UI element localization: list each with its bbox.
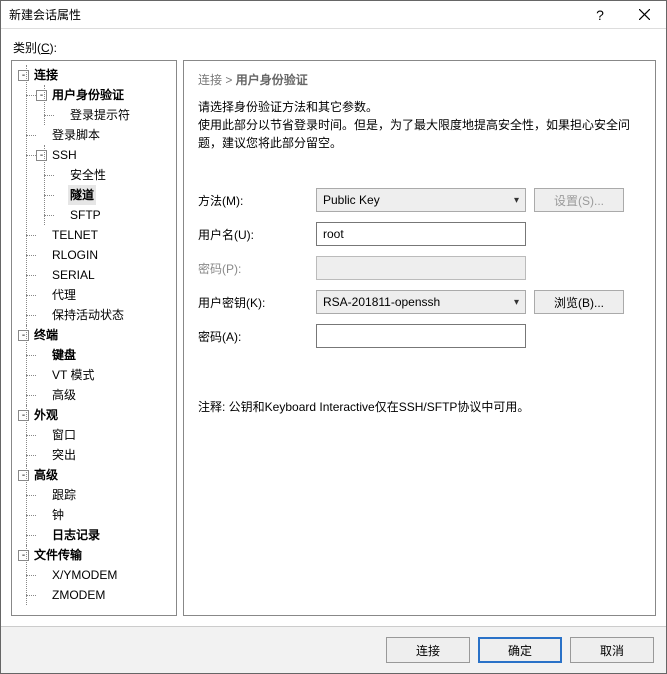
note-text: 注释: 公钥和Keyboard Interactive仅在SSH/SFTP协议中…: [198, 398, 641, 415]
password-input: [316, 256, 526, 280]
connect-button[interactable]: 连接: [386, 637, 470, 663]
footer: 连接 确定 取消: [1, 626, 666, 673]
userkey-label: 用户密钥(K):: [198, 294, 308, 311]
tree-tunnel[interactable]: 隧道: [68, 185, 96, 205]
tree-telnet[interactable]: TELNET: [50, 225, 100, 245]
tree-sftp[interactable]: SFTP: [68, 205, 103, 225]
tree-advanced2[interactable]: 高级: [32, 465, 60, 485]
tree-zmodem[interactable]: ZMODEM: [50, 585, 107, 605]
expander-icon[interactable]: -: [18, 70, 29, 81]
username-label: 用户名(U):: [198, 226, 308, 243]
tree-auth[interactable]: 用户身份验证: [50, 85, 126, 105]
right-panel: 连接 > 用户身份验证 请选择身份验证方法和其它参数。 使用此部分以节省登录时间…: [183, 60, 656, 616]
description: 请选择身份验证方法和其它参数。 使用此部分以节省登录时间。但是，为了最大限度地提…: [198, 98, 641, 152]
method-value: Public Key: [323, 193, 380, 207]
tree-trace[interactable]: 跟踪: [50, 485, 78, 505]
tree-xymodem[interactable]: X/YMODEM: [50, 565, 119, 585]
category-label: 类别(C):: [13, 39, 656, 56]
passphrase-input[interactable]: [316, 324, 526, 348]
category-tree[interactable]: -连接 -用户身份验证 登录提示符 登录脚本 -SSH 安全性: [11, 60, 177, 616]
username-input[interactable]: [316, 222, 526, 246]
userkey-select[interactable]: RSA-201811-openssh ▾: [316, 290, 526, 314]
tree-rlogin[interactable]: RLOGIN: [50, 245, 100, 265]
expander-icon[interactable]: -: [36, 90, 47, 101]
tree-logging[interactable]: 日志记录: [50, 525, 102, 545]
tree-highlight[interactable]: 突出: [50, 445, 78, 465]
password-label: 密码(P):: [198, 260, 308, 277]
tree-window[interactable]: 窗口: [50, 425, 78, 445]
userkey-value: RSA-201811-openssh: [323, 295, 440, 309]
tree-proxy[interactable]: 代理: [50, 285, 78, 305]
settings-button[interactable]: 设置(S)...: [534, 188, 624, 212]
expander-icon[interactable]: -: [18, 330, 29, 341]
browse-button[interactable]: 浏览(B)...: [534, 290, 624, 314]
expander-icon[interactable]: -: [18, 470, 29, 481]
tree-terminal[interactable]: 终端: [32, 325, 60, 345]
tree-filetrans[interactable]: 文件传输: [32, 545, 84, 565]
tree-clock[interactable]: 钟: [50, 505, 66, 525]
expander-icon[interactable]: -: [18, 550, 29, 561]
close-icon: [639, 9, 650, 20]
expander-icon[interactable]: -: [18, 410, 29, 421]
chevron-down-icon: ▾: [514, 195, 519, 206]
expander-icon[interactable]: -: [36, 150, 47, 161]
tree-keepalive[interactable]: 保持活动状态: [50, 305, 126, 325]
tree-connection[interactable]: 连接: [32, 65, 60, 85]
breadcrumb-current: 用户身份验证: [236, 73, 308, 87]
tree-advanced[interactable]: 高级: [50, 385, 78, 405]
chevron-down-icon: ▾: [514, 297, 519, 308]
tree-ssh[interactable]: SSH: [50, 145, 79, 165]
method-label: 方法(M):: [198, 192, 308, 209]
titlebar: 新建会话属性 ?: [1, 1, 666, 29]
ok-button[interactable]: 确定: [478, 637, 562, 663]
tree-serial[interactable]: SERIAL: [50, 265, 97, 285]
question-icon: ?: [596, 7, 604, 23]
method-select[interactable]: Public Key ▾: [316, 188, 526, 212]
breadcrumb-parent: 连接: [198, 73, 222, 87]
passphrase-label: 密码(A):: [198, 328, 308, 345]
breadcrumb: 连接 > 用户身份验证: [198, 71, 641, 88]
close-button[interactable]: [622, 1, 666, 29]
tree-vtmode[interactable]: VT 模式: [50, 365, 96, 385]
tree-keyboard[interactable]: 键盘: [50, 345, 78, 365]
window-title: 新建会话属性: [1, 6, 578, 23]
tree-security[interactable]: 安全性: [68, 165, 108, 185]
tree-login-script[interactable]: 登录脚本: [50, 125, 102, 145]
tree-login-prompt[interactable]: 登录提示符: [68, 105, 132, 125]
cancel-button[interactable]: 取消: [570, 637, 654, 663]
help-button[interactable]: ?: [578, 1, 622, 29]
tree-appearance[interactable]: 外观: [32, 405, 60, 425]
